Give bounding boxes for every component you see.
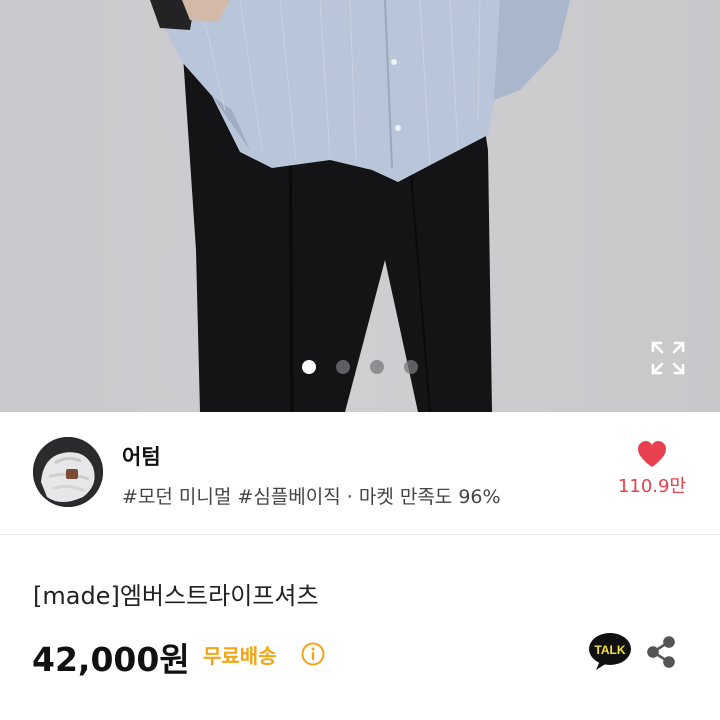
- expand-icon[interactable]: [650, 340, 686, 376]
- section-divider: [0, 534, 720, 535]
- like-button[interactable]: 110.9만: [604, 438, 700, 508]
- carousel-dot-1[interactable]: [302, 360, 316, 374]
- product-title: [made]엠버스트라이프셔츠: [33, 582, 319, 610]
- info-icon[interactable]: [301, 642, 325, 666]
- seller-tags: #모던 미니멀 #심플베이직 · 마켓 만족도 96%: [122, 486, 501, 508]
- free-shipping-badge: 무료배송: [203, 644, 277, 668]
- talk-label: TALK: [594, 643, 625, 657]
- talk-bubble-icon: TALK: [589, 633, 631, 670]
- product-image-gallery[interactable]: [0, 0, 720, 412]
- carousel-dot-2[interactable]: [336, 360, 350, 374]
- seller-avatar[interactable]: [33, 437, 103, 507]
- product-photo: [150, 0, 570, 412]
- heart-icon: [638, 441, 666, 467]
- carousel-dot-4[interactable]: [404, 360, 418, 374]
- carousel-dot-3[interactable]: [370, 360, 384, 374]
- share-icon[interactable]: [645, 636, 677, 668]
- seller-name[interactable]: 어텀: [122, 441, 161, 471]
- carousel-indicator: [0, 360, 720, 376]
- like-count: 110.9만: [617, 476, 687, 497]
- kakao-talk-button[interactable]: TALK: [588, 632, 632, 672]
- product-price: 42,000원: [32, 640, 190, 679]
